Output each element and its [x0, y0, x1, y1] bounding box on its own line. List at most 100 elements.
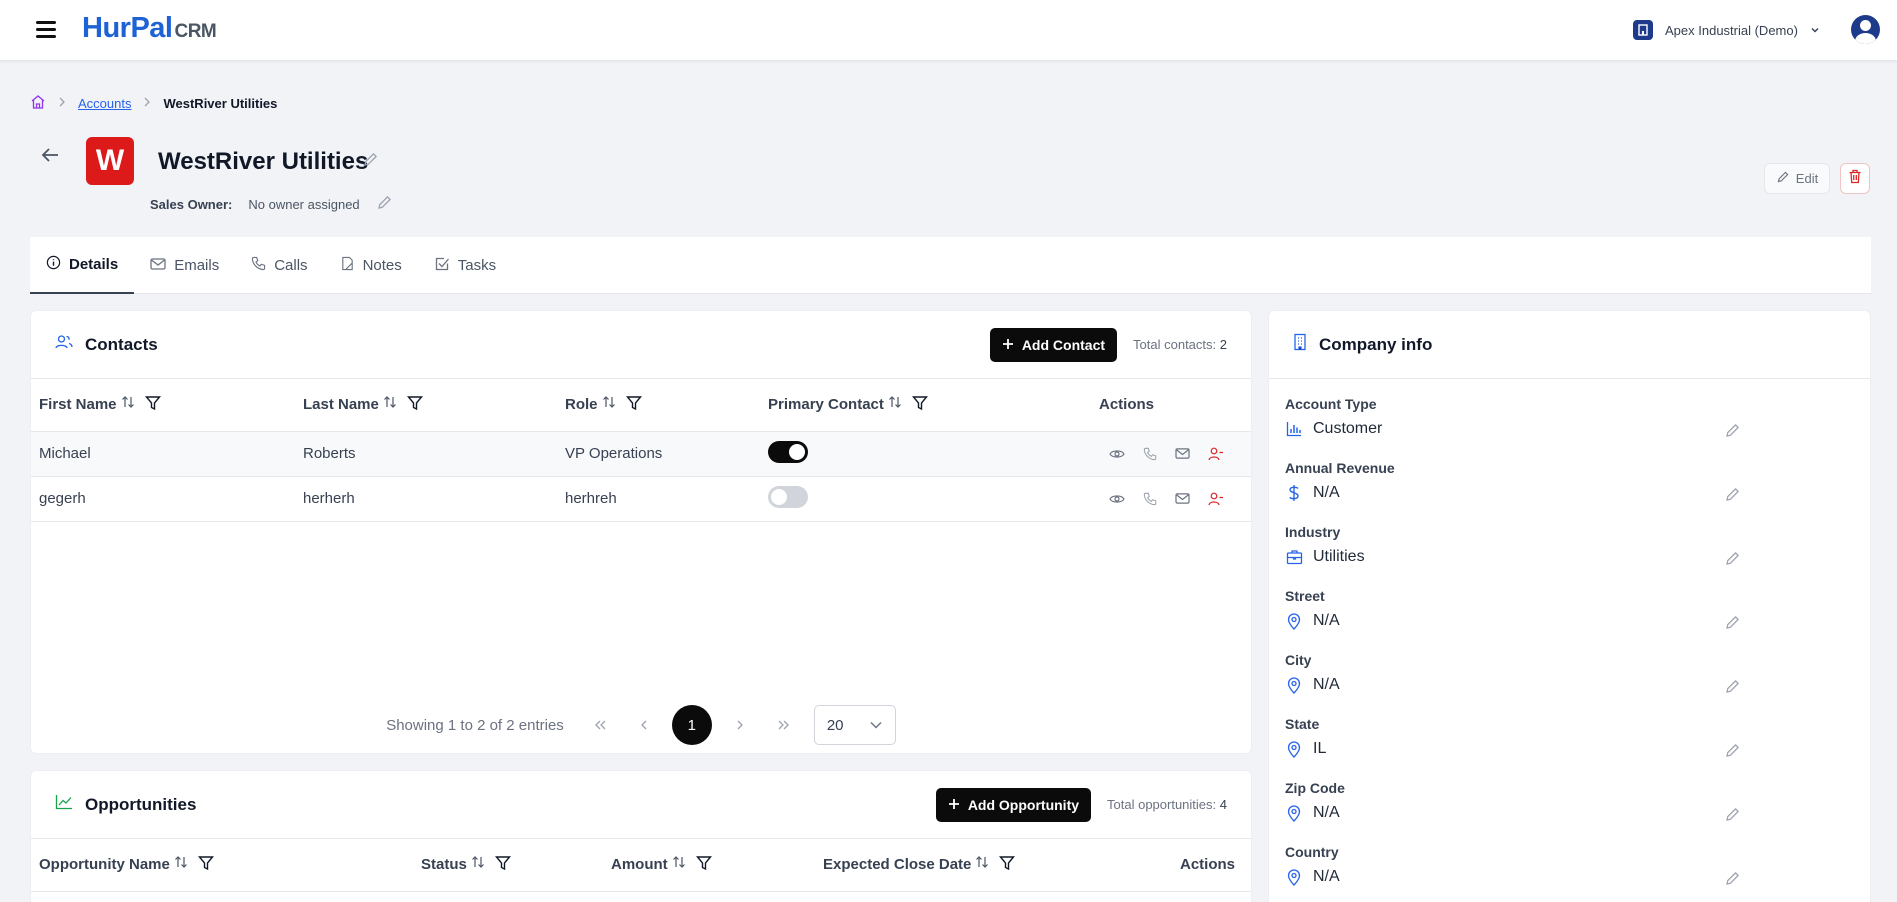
- filter-icon[interactable]: [197, 855, 214, 875]
- user-avatar[interactable]: [1851, 15, 1880, 44]
- col-status[interactable]: Status: [413, 839, 603, 892]
- brand-suffix: CRM: [174, 21, 217, 42]
- field-label: Street: [1285, 588, 1325, 604]
- mail-icon[interactable]: [1175, 447, 1190, 460]
- col-expected-close-date[interactable]: Expected Close Date: [815, 839, 1164, 892]
- prev-page-icon[interactable]: [622, 705, 666, 745]
- plus-icon: [1002, 337, 1014, 353]
- tab-details[interactable]: Details: [30, 237, 135, 294]
- bar-chart-icon: [1285, 421, 1303, 437]
- field-value: N/A: [1313, 612, 1340, 629]
- home-icon[interactable]: [30, 94, 46, 113]
- total-contacts: Total contacts: 2: [1133, 337, 1227, 352]
- col-label: Opportunity Name: [39, 855, 170, 873]
- edit-field-pencil-icon[interactable]: [1724, 486, 1741, 508]
- primary-contact-toggle[interactable]: [768, 485, 808, 508]
- tab-notes[interactable]: Notes: [324, 237, 418, 294]
- field-value: IL: [1313, 740, 1327, 757]
- company-field-city: City N/A: [1285, 652, 1741, 694]
- col-amount[interactable]: Amount: [603, 839, 815, 892]
- sort-icon[interactable]: [471, 855, 485, 875]
- last-page-icon[interactable]: [762, 705, 806, 745]
- edit-field-pencil-icon[interactable]: [1724, 614, 1741, 636]
- edit-field-pencil-icon[interactable]: [1724, 550, 1741, 572]
- sort-icon[interactable]: [121, 395, 135, 415]
- add-opportunity-button[interactable]: Add Opportunity: [935, 787, 1092, 822]
- edit-field-pencil-icon[interactable]: [1724, 806, 1741, 828]
- edit-field-pencil-icon[interactable]: [1724, 870, 1741, 892]
- edit-field-pencil-icon[interactable]: [1724, 678, 1741, 700]
- phone-icon[interactable]: [1143, 447, 1157, 461]
- page-size-select[interactable]: 20: [813, 705, 896, 745]
- col-first-name[interactable]: First Name: [31, 379, 295, 432]
- pagination-summary: Showing 1 to 2 of 2 entries: [386, 716, 564, 734]
- company-info-title: Company info: [1319, 334, 1433, 354]
- tab-emails[interactable]: Emails: [134, 237, 235, 294]
- map-pin-icon: [1285, 740, 1303, 758]
- eye-icon[interactable]: [1109, 448, 1125, 460]
- account-logo: W: [86, 137, 134, 185]
- first-page-icon[interactable]: [578, 705, 622, 745]
- sort-icon[interactable]: [672, 855, 686, 875]
- total-contacts-label: Total contacts:: [1133, 337, 1217, 352]
- sort-icon[interactable]: [888, 395, 902, 415]
- back-arrow-icon[interactable]: [39, 145, 63, 167]
- edit-owner-pencil-icon[interactable]: [376, 194, 393, 214]
- edit-field-pencil-icon[interactable]: [1724, 422, 1741, 444]
- field-value-row: N/A: [1285, 612, 1741, 630]
- phone-icon[interactable]: [1143, 492, 1157, 506]
- remove-contact-icon[interactable]: [1208, 492, 1224, 506]
- filter-icon[interactable]: [406, 395, 423, 415]
- briefcase-icon: [1285, 549, 1303, 565]
- filter-icon[interactable]: [625, 395, 642, 415]
- sort-icon[interactable]: [383, 395, 397, 415]
- pencil-icon: [1776, 170, 1790, 187]
- mail-icon[interactable]: [1175, 492, 1190, 505]
- contacts-header: Contacts Add Contact Total contacts: 2: [31, 311, 1251, 379]
- eye-icon[interactable]: [1109, 493, 1125, 505]
- col-opportunity-name[interactable]: Opportunity Name: [31, 839, 413, 892]
- edit-account-button[interactable]: Edit: [1764, 163, 1830, 194]
- sort-icon[interactable]: [975, 855, 989, 875]
- tab-label: Tasks: [457, 257, 497, 274]
- cell-role: herhreh: [557, 476, 760, 522]
- opportunities-card: Opportunities Add Opportunity Total oppo…: [30, 770, 1252, 902]
- filter-icon[interactable]: [999, 855, 1016, 875]
- field-value: N/A: [1313, 804, 1340, 821]
- col-primary-contact[interactable]: Primary Contact: [760, 379, 1091, 432]
- map-pin-icon: [1285, 868, 1303, 886]
- edit-name-pencil-icon[interactable]: [362, 151, 379, 173]
- contacts-card: Contacts Add Contact Total contacts: 2 F…: [30, 310, 1252, 754]
- filter-icon[interactable]: [494, 855, 511, 875]
- brand-logo[interactable]: HurPal CRM: [82, 12, 217, 45]
- field-value-row: N/A: [1285, 804, 1741, 822]
- cell-primary-contact: [760, 431, 1091, 477]
- field-label: Zip Code: [1285, 780, 1345, 796]
- tab-tasks[interactable]: Tasks: [418, 237, 512, 294]
- remove-contact-icon[interactable]: [1208, 447, 1224, 461]
- cell-first-name: Michael: [31, 431, 295, 477]
- page-1-button[interactable]: 1: [671, 705, 712, 745]
- edit-field-pencil-icon[interactable]: [1724, 742, 1741, 764]
- col-role[interactable]: Role: [557, 379, 760, 432]
- company-field-annual-revenue: Annual Revenue N/A: [1285, 460, 1741, 502]
- filter-icon[interactable]: [695, 855, 712, 875]
- primary-contact-toggle[interactable]: [768, 440, 808, 463]
- filter-icon[interactable]: [911, 395, 928, 415]
- next-page-icon[interactable]: [718, 705, 762, 745]
- cell-first-name: gegerh: [31, 476, 295, 522]
- table-row[interactable]: gegerh herherh herhreh: [31, 476, 1251, 522]
- table-row[interactable]: Michael Roberts VP Operations: [31, 431, 1251, 477]
- sort-icon[interactable]: [602, 395, 616, 415]
- sort-icon[interactable]: [174, 855, 188, 875]
- tab-calls[interactable]: Calls: [235, 237, 323, 294]
- filter-icon[interactable]: [144, 395, 161, 415]
- col-last-name[interactable]: Last Name: [295, 379, 557, 432]
- breadcrumb-accounts-link[interactable]: Accounts: [78, 96, 131, 111]
- add-contact-button[interactable]: Add Contact: [989, 327, 1118, 362]
- field-value: N/A: [1313, 484, 1340, 501]
- org-switcher[interactable]: Apex Industrial (Demo): [1633, 19, 1820, 41]
- opportunities-table: Opportunity Name Status Amount Expected …: [31, 839, 1251, 892]
- delete-account-button[interactable]: [1840, 163, 1870, 194]
- menu-icon[interactable]: [36, 20, 58, 38]
